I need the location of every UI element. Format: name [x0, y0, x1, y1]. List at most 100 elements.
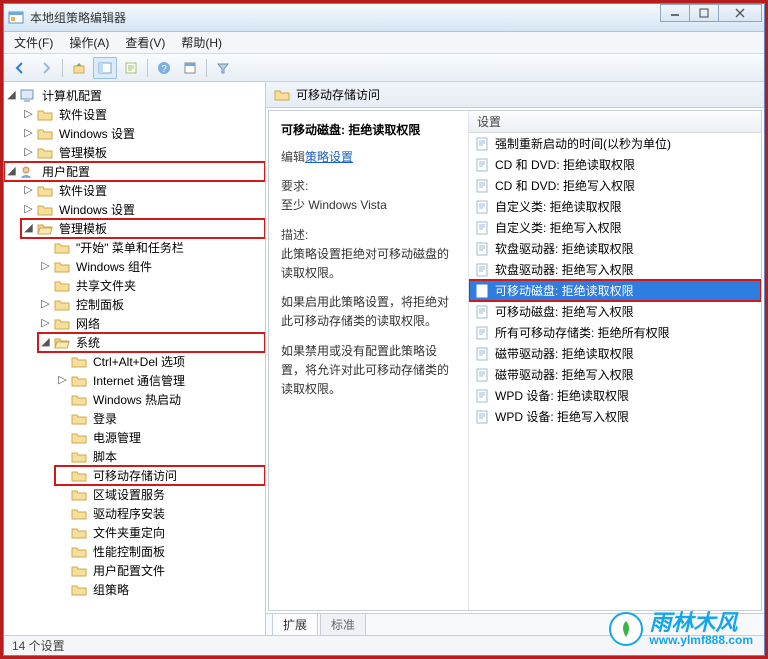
close-button[interactable]: [718, 4, 762, 22]
folder-icon: [54, 279, 70, 293]
list-item-label: WPD 设备: 拒绝写入权限: [495, 408, 629, 425]
minimize-button[interactable]: [660, 4, 690, 22]
folder-icon: [71, 583, 87, 597]
edit-policy-link[interactable]: 策略设置: [305, 150, 353, 164]
list-item[interactable]: 所有可移动存储类: 拒绝所有权限: [469, 322, 761, 343]
folder-icon: [54, 260, 70, 274]
toolbar: ?: [4, 54, 764, 82]
tree-item[interactable]: ▷软件设置: [21, 181, 265, 200]
folder-icon: [71, 450, 87, 464]
folder-icon: [71, 374, 87, 388]
policy-icon: [475, 137, 489, 151]
folder-icon: [71, 355, 87, 369]
list-item-label: 可移动磁盘: 拒绝读取权限: [495, 282, 634, 299]
tree-item[interactable]: ▷软件设置: [21, 105, 265, 124]
tree-item[interactable]: ▷组策略: [55, 580, 265, 599]
list-item-label: 可移动磁盘: 拒绝写入权限: [495, 303, 634, 320]
tree-item[interactable]: ▷文件夹重定向: [55, 523, 265, 542]
menu-file[interactable]: 文件(F): [14, 34, 53, 51]
list-item[interactable]: CD 和 DVD: 拒绝读取权限: [469, 154, 761, 175]
filter-button[interactable]: [211, 57, 235, 79]
list-item[interactable]: 自定义类: 拒绝写入权限: [469, 217, 761, 238]
tree-item[interactable]: ▷驱动程序安装: [55, 504, 265, 523]
list-item[interactable]: 可移动磁盘: 拒绝写入权限: [469, 301, 761, 322]
tree-item[interactable]: ▷Windows 设置: [21, 124, 265, 143]
list-item[interactable]: 磁带驱动器: 拒绝写入权限: [469, 364, 761, 385]
list-item[interactable]: 软盘驱动器: 拒绝写入权限: [469, 259, 761, 280]
tree-item[interactable]: ▷Windows 设置: [21, 200, 265, 219]
toolbar-divider: [147, 59, 148, 77]
tree-item[interactable]: ▷管理模板: [21, 143, 265, 162]
folder-icon: [71, 564, 87, 578]
tree-item[interactable]: ▷控制面板: [38, 295, 265, 314]
tab-standard[interactable]: 标准: [320, 613, 366, 635]
folder-icon: [54, 241, 70, 255]
list-item[interactable]: 磁带驱动器: 拒绝读取权限: [469, 343, 761, 364]
menu-help[interactable]: 帮助(H): [181, 34, 222, 51]
menu-view[interactable]: 查看(V): [125, 34, 165, 51]
show-tree-button[interactable]: [93, 57, 117, 79]
policy-icon: [475, 368, 489, 382]
tree-item[interactable]: ▷网络: [38, 314, 265, 333]
tree-item[interactable]: ▷Internet 通信管理: [55, 371, 265, 390]
folder-icon: [54, 298, 70, 312]
folder-icon: [71, 526, 87, 540]
tree-item[interactable]: ▷Windows 热启动: [55, 390, 265, 409]
folder-icon: [37, 184, 53, 198]
folder-icon: [71, 412, 87, 426]
tree-system[interactable]: ◢系统: [38, 333, 265, 352]
tree-item[interactable]: ▷登录: [55, 409, 265, 428]
toolbar-divider: [62, 59, 63, 77]
export-button[interactable]: [119, 57, 143, 79]
user-icon: [20, 165, 36, 179]
list-item[interactable]: WPD 设备: 拒绝读取权限: [469, 385, 761, 406]
folder-icon: [274, 88, 290, 102]
help-button[interactable]: ?: [152, 57, 176, 79]
tree-pane[interactable]: ◢ 计算机配置 ▷软件设置 ▷Windows 设置 ▷管理模板 ◢ 用户配置: [4, 82, 266, 635]
list-item[interactable]: 软盘驱动器: 拒绝读取权限: [469, 238, 761, 259]
window-title: 本地组策略编辑器: [30, 9, 126, 26]
menu-action[interactable]: 操作(A): [69, 34, 109, 51]
up-button[interactable]: [67, 57, 91, 79]
list-column-header[interactable]: 设置: [469, 111, 761, 133]
list-item[interactable]: CD 和 DVD: 拒绝写入权限: [469, 175, 761, 196]
tree-item[interactable]: ▷用户配置文件: [55, 561, 265, 580]
tree-admin-templates[interactable]: ◢管理模板: [21, 219, 265, 238]
toolbar-divider: [206, 59, 207, 77]
tree-user-config[interactable]: ◢ 用户配置: [4, 162, 265, 181]
policy-icon: [475, 410, 489, 424]
folder-icon: [37, 108, 53, 122]
forward-button[interactable]: [34, 57, 58, 79]
watermark-logo-icon: [609, 612, 643, 646]
folder-icon: [54, 317, 70, 331]
tree-item[interactable]: ▷电源管理: [55, 428, 265, 447]
content-title: 可移动存储访问: [296, 86, 380, 103]
tree-item[interactable]: ▷Ctrl+Alt+Del 选项: [55, 352, 265, 371]
tree-item[interactable]: ▷Windows 组件: [38, 257, 265, 276]
policy-list[interactable]: 设置 强制重新启动的时间(以秒为单位) CD 和 DVD: 拒绝读取权限CD 和 …: [469, 111, 761, 610]
tree-item[interactable]: ▷共享文件夹: [38, 276, 265, 295]
folder-icon: [37, 127, 53, 141]
tab-extended[interactable]: 扩展: [272, 613, 318, 635]
selected-policy-title: 可移动磁盘: 拒绝读取权限: [281, 121, 456, 138]
list-item[interactable]: WPD 设备: 拒绝写入权限: [469, 406, 761, 427]
tree-computer-config[interactable]: ◢ 计算机配置: [4, 86, 265, 105]
app-icon: [8, 10, 24, 26]
list-item[interactable]: 可移动磁盘: 拒绝读取权限: [469, 280, 761, 301]
tree-item[interactable]: ▷脚本: [55, 447, 265, 466]
tree-removable-storage[interactable]: ▷可移动存储访问: [55, 466, 265, 485]
tree-item[interactable]: ▷性能控制面板: [55, 542, 265, 561]
tree-item[interactable]: ▷"开始" 菜单和任务栏: [38, 238, 265, 257]
folder-icon: [37, 203, 53, 217]
properties-button[interactable]: [178, 57, 202, 79]
list-item[interactable]: 自定义类: 拒绝读取权限: [469, 196, 761, 217]
tree-item[interactable]: ▷区域设置服务: [55, 485, 265, 504]
folder-open-icon: [54, 336, 70, 350]
policy-icon: [475, 347, 489, 361]
maximize-button[interactable]: [689, 4, 719, 22]
policy-icon: [475, 200, 489, 214]
back-button[interactable]: [8, 57, 32, 79]
list-item-label: 强制重新启动的时间(以秒为单位): [495, 135, 671, 152]
list-item-label: 自定义类: 拒绝写入权限: [495, 219, 622, 236]
list-item[interactable]: 强制重新启动的时间(以秒为单位): [469, 133, 761, 154]
